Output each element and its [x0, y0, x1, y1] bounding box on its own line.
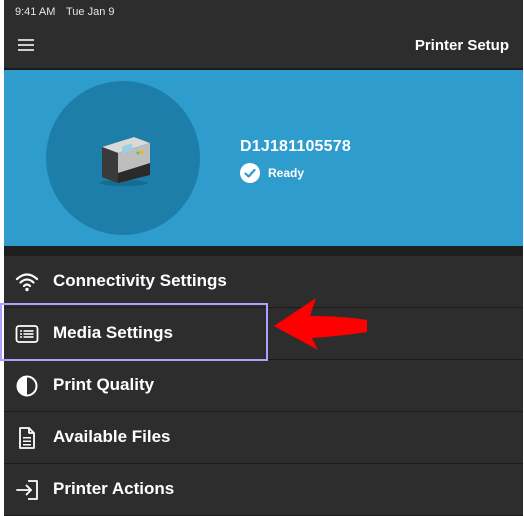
printer-serial: D1J181105578 [240, 138, 351, 155]
menu-item-label: Printer Actions [53, 479, 175, 498]
menu-item-label: Connectivity Settings [53, 271, 227, 290]
highlight-box [0, 303, 268, 361]
wifi-icon [15, 273, 39, 292]
printer-icon [100, 137, 150, 186]
document-icon [19, 427, 35, 449]
menu-item-connectivity-settings[interactable]: Connectivity Settings [4, 256, 523, 308]
menu-item-label: Print Quality [53, 375, 155, 394]
app-screen: 9:41 AM Tue Jan 9 Printer Setup D1J18110… [4, 0, 523, 516]
enter-arrow-icon [16, 480, 38, 500]
check-circle-icon [240, 163, 260, 183]
menu-item-printer-actions[interactable]: Printer Actions [4, 464, 523, 516]
red-arrow-annotation [274, 298, 367, 350]
page-title: Printer Setup [414, 37, 509, 54]
menu-item-available-files[interactable]: Available Files [4, 412, 523, 464]
nav-bar: Printer Setup [4, 24, 523, 68]
menu-item-print-quality[interactable]: Print Quality [4, 360, 523, 412]
settings-menu: Connectivity Settings Media Settings Pri… [4, 256, 523, 516]
status-label: Ready [268, 166, 305, 180]
half-circle-contrast-icon [16, 375, 38, 397]
hamburger-icon[interactable] [18, 39, 34, 51]
printer-image-circle [46, 81, 200, 235]
menu-item-label: Available Files [53, 427, 171, 446]
status-date: Tue Jan 9 [66, 6, 115, 18]
status-bar: 9:41 AM Tue Jan 9 [4, 0, 523, 24]
printer-header: D1J181105578 Ready [4, 70, 523, 246]
section-divider [4, 246, 523, 256]
status-time: 9:41 AM [15, 6, 56, 18]
